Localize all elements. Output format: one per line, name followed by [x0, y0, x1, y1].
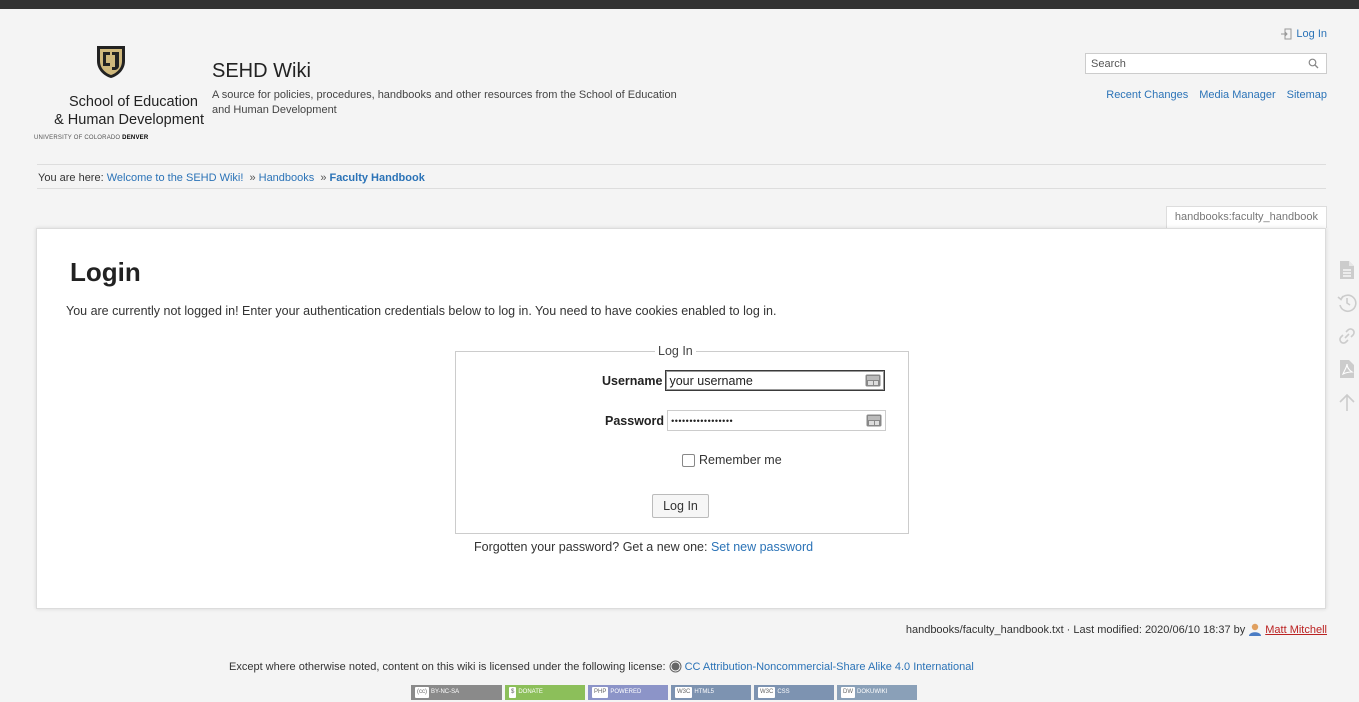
breadcrumb-prefix: You are here:: [38, 172, 107, 184]
remember-me-checkbox[interactable]: [682, 453, 695, 467]
footer-buttons: (cc) BY-NC-SA $ DONATE PHP POWERED W3C HTML5…: [411, 685, 917, 700]
breadcrumb-separator: »: [249, 172, 256, 184]
keepass-icon[interactable]: [865, 374, 881, 387]
password-row: Password: [605, 410, 887, 431]
arrow-up-icon: [1339, 393, 1355, 411]
cc-license-badge[interactable]: (cc) BY-NC-SA: [411, 685, 502, 700]
keepass-icon[interactable]: [866, 414, 882, 427]
username-row: Username: [602, 370, 886, 391]
login-form: Log In Username Password: [455, 344, 909, 534]
recent-changes-link[interactable]: Recent Changes: [1106, 89, 1188, 101]
forgot-password-text: Forgotten your password? Get a new one:: [474, 540, 711, 554]
logo-line-2: & Human Development: [54, 112, 204, 128]
show-page-button[interactable]: [1336, 258, 1358, 281]
search-box: [1085, 53, 1327, 74]
breadcrumb-handbooks[interactable]: Handbooks: [259, 172, 315, 184]
login-link[interactable]: Log In: [1280, 28, 1327, 40]
password-field-wrap: [667, 410, 887, 431]
license-text: Except where otherwise noted, content on…: [229, 660, 666, 673]
login-legend: Log In: [658, 344, 693, 358]
w3c-css-badge[interactable]: W3C CSS: [754, 685, 834, 700]
forgot-password: Forgotten your password? Get a new one: …: [474, 540, 813, 554]
password-field[interactable]: [668, 411, 859, 430]
page-icon: [1340, 260, 1354, 279]
export-pdf-button[interactable]: [1336, 357, 1358, 380]
user-icon: [1249, 623, 1262, 636]
search-button[interactable]: [1301, 54, 1325, 73]
history-icon: [1337, 293, 1357, 312]
login-intro: You are currently not logged in! Enter y…: [66, 304, 777, 318]
back-to-top-button[interactable]: [1336, 390, 1358, 413]
site-title[interactable]: SEHD Wiki: [212, 60, 311, 83]
doc-info: handbooks/faculty_handbook.txt · Last mo…: [906, 623, 1327, 636]
breadcrumb-separator: »: [320, 172, 327, 184]
old-revisions-button[interactable]: [1336, 291, 1358, 314]
search-icon: [1308, 58, 1318, 69]
cu-logo-icon: [97, 46, 125, 78]
media-manager-link[interactable]: Media Manager: [1199, 89, 1275, 101]
logo-university: UNIVERSITY OF COLORADO DENVER: [34, 135, 149, 141]
license-link[interactable]: CC Attribution-Noncommercial-Share Alike…: [685, 661, 974, 673]
dokuwiki-badge[interactable]: DW DOKUWIKI: [837, 685, 917, 700]
w3c-html5-badge[interactable]: W3C HTML5: [671, 685, 751, 700]
search-input[interactable]: [1086, 54, 1301, 73]
cc-icon: [669, 660, 682, 673]
breadcrumb-home[interactable]: Welcome to the SEHD Wiki!: [107, 172, 244, 184]
top-bar: [0, 0, 1359, 9]
header-divider: [37, 164, 1326, 165]
username-label: Username: [602, 373, 663, 388]
site-tagline: A source for policies, procedures, handb…: [212, 89, 677, 116]
donate-badge[interactable]: $ DONATE: [505, 685, 585, 700]
set-new-password-link[interactable]: Set new password: [711, 540, 813, 554]
last-editor-link[interactable]: Matt Mitchell: [1265, 624, 1327, 636]
logo-line-1: School of Education: [69, 94, 198, 110]
php-powered-badge[interactable]: PHP POWERED: [588, 685, 668, 700]
main-content: Login You are currently not logged in! E…: [36, 228, 1326, 609]
breadcrumb: You are here: Welcome to the SEHD Wiki! …: [38, 172, 425, 184]
login-link-label: Log In: [1296, 28, 1327, 40]
page-tools: [1336, 258, 1358, 423]
login-icon: [1281, 28, 1292, 40]
username-field-wrap: [665, 370, 886, 391]
password-label: Password: [605, 413, 665, 428]
remember-me-row[interactable]: Remember me: [682, 453, 782, 467]
site-tools: Recent Changes Media Manager Sitemap: [1106, 89, 1327, 101]
backlinks-button[interactable]: [1336, 324, 1358, 347]
doc-info-text: handbooks/faculty_handbook.txt · Last mo…: [905, 623, 1246, 636]
pdf-icon: [1340, 359, 1354, 378]
license-info: Except where otherwise noted, content on…: [229, 660, 974, 673]
page-id: handbooks:faculty_handbook: [1165, 206, 1327, 228]
logo[interactable]: School of Education & Human Development …: [34, 43, 204, 148]
username-field[interactable]: [666, 371, 857, 390]
page-title: Login: [70, 257, 141, 287]
breadcrumb-divider: [37, 188, 1326, 189]
sitemap-link[interactable]: Sitemap: [1287, 89, 1327, 101]
breadcrumb-current[interactable]: Faculty Handbook: [329, 172, 424, 184]
login-submit-button[interactable]: Log In: [652, 494, 709, 518]
remember-me-label[interactable]: Remember me: [699, 453, 782, 467]
link-icon: [1339, 327, 1355, 344]
